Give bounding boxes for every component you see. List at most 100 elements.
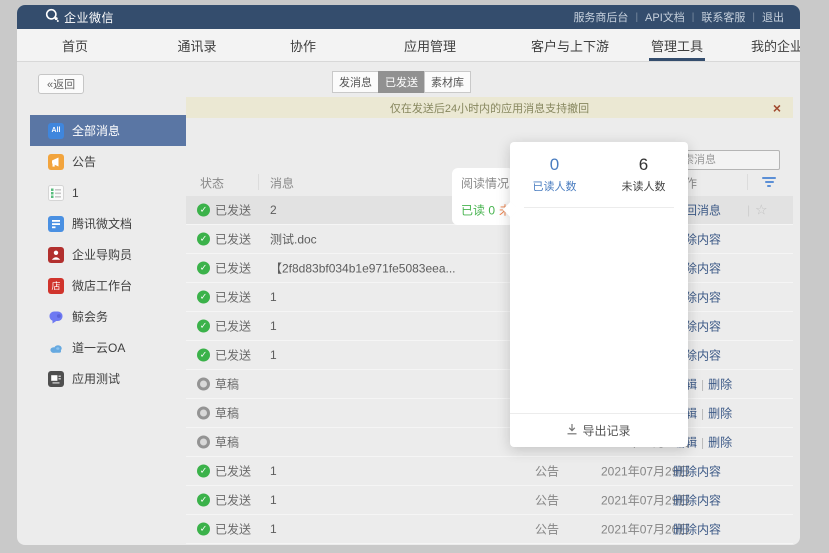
table-row[interactable]: ✓已发送1删除内容 — [186, 312, 793, 341]
table-row[interactable]: ✓已发送1删除内容 — [186, 341, 793, 370]
table-row[interactable]: ✓已发送测试.doc删除内容 — [186, 225, 793, 254]
action-link-删除内容[interactable]: 删除内容 — [673, 465, 721, 479]
messages-table: 状态 消息 阅读情况 操作 ✓已发送2已读 0未读 6撤回消息|☆✓已发送测试.… — [186, 170, 793, 544]
table-row[interactable]: ✓已发送1公告2021年07月29日删除内容 — [186, 486, 793, 515]
type-cell: 公告 — [535, 492, 559, 509]
sidebar-item-应用测试[interactable]: 应用测试 — [30, 363, 186, 394]
nav-item-通讯录[interactable]: 通讯录 — [177, 29, 216, 61]
monitor-icon — [48, 371, 64, 387]
action-separator: | — [701, 436, 704, 450]
read-count-value: 0 — [510, 155, 599, 175]
status-label: 已发送 — [215, 289, 251, 306]
col-header-status: 状态 — [200, 175, 224, 192]
table-row[interactable]: ✓已发送2已读 0未读 6撤回消息|☆ — [186, 196, 793, 225]
nav-item-客户与上下游[interactable]: 客户与上下游 — [531, 29, 609, 61]
sidebar-item-公告[interactable]: 公告 — [30, 146, 186, 177]
action-link-删除[interactable]: 删除 — [708, 407, 732, 421]
status-label: 已发送 — [215, 231, 251, 248]
tab-素材库[interactable]: 素材库 — [424, 71, 471, 93]
type-cell: 公告 — [535, 463, 559, 480]
table-row[interactable]: ✓已发送1公告2021年07月29日删除内容 — [186, 457, 793, 486]
action-link-删除内容[interactable]: 删除内容 — [673, 523, 721, 537]
nav-item-首页[interactable]: 首页 — [62, 29, 88, 61]
popup-stats: 0 已读人数 6 未读人数 — [510, 142, 688, 194]
action-cell: 删除内容 — [673, 492, 721, 509]
topbar-link[interactable]: API文档 — [645, 9, 685, 25]
notice-close-icon[interactable]: × — [773, 97, 781, 118]
status-label: 草稿 — [215, 376, 239, 393]
status-sent-icon: ✓ — [197, 465, 210, 478]
sidebar-item-label: 鲸会务 — [72, 308, 108, 325]
table-row[interactable]: ✓已发送【2f8d83bf034b1e971fe5083eea...删除内容 — [186, 254, 793, 283]
wechat-work-logo-icon — [45, 8, 59, 27]
app-logo: 企业微信 — [45, 8, 114, 27]
type-cell: 公告 — [535, 521, 559, 538]
topbar-link[interactable]: 联系客服 — [701, 9, 745, 25]
unread-count-value: 6 — [599, 155, 688, 175]
table-row[interactable]: 草稿编辑|删除 — [186, 370, 793, 399]
status-sent-icon: ✓ — [197, 494, 210, 507]
table-body: ✓已发送2已读 0未读 6撤回消息|☆✓已发送测试.doc删除内容✓已发送【2f… — [186, 196, 793, 544]
app-sidebar: All全部消息公告 1 腾讯微文档企业导购员店微店工作台鲸会务道一云OA应用测试 — [30, 115, 186, 394]
table-row[interactable]: ✓已发送1公告2021年07月20日删除内容 — [186, 515, 793, 544]
table-row[interactable]: 草稿编辑|删除 — [186, 399, 793, 428]
status-sent-icon: ✓ — [197, 349, 210, 362]
table-row[interactable]: ✓已发送1删除内容 — [186, 283, 793, 312]
tab-发消息[interactable]: 发消息 — [332, 71, 379, 93]
status-label: 已发送 — [215, 260, 251, 277]
action-link-删除[interactable]: 删除 — [708, 378, 732, 392]
read-status-popup: 0 已读人数 6 未读人数 导出记录 — [510, 142, 688, 447]
sidebar-item-道一云OA[interactable]: 道一云OA — [30, 332, 186, 363]
nav-item-应用管理[interactable]: 应用管理 — [404, 29, 456, 61]
table-row[interactable]: 草稿2021年07月29日编辑|删除 — [186, 428, 793, 457]
read-count-text: 已读 0 — [461, 204, 495, 218]
action-link-删除[interactable]: 删除 — [708, 436, 732, 450]
sidebar-item-label: 1 — [72, 186, 79, 200]
checklist-icon — [48, 185, 64, 201]
nav-item-管理工具[interactable]: 管理工具 — [651, 29, 703, 61]
star-icon[interactable]: ☆ — [755, 202, 768, 219]
status-sent-icon: ✓ — [197, 262, 210, 275]
read-count-label: 已读人数 — [510, 178, 599, 194]
sidebar-item-全部消息[interactable]: All全部消息 — [30, 115, 186, 146]
message-tabs: 发消息已发送素材库 — [332, 71, 471, 93]
col-header-read: 阅读情况 — [461, 175, 509, 192]
message-cell: 测试.doc — [270, 231, 317, 248]
action-cell: 删除内容 — [673, 521, 721, 538]
nav-item-我的企业[interactable]: 我的企业 — [751, 29, 800, 61]
message-cell: 1 — [270, 522, 277, 536]
nav-item-协作[interactable]: 协作 — [290, 29, 316, 61]
sidebar-item-微店工作台[interactable]: 店微店工作台 — [30, 270, 186, 301]
table-header: 状态 消息 阅读情况 操作 — [186, 170, 793, 196]
status-sent-icon: ✓ — [197, 233, 210, 246]
export-record-button[interactable]: 导出记录 — [510, 413, 688, 447]
topbar-link[interactable]: 服务商后台 — [573, 9, 628, 25]
message-cell: 【2f8d83bf034b1e971fe5083eea... — [270, 260, 456, 277]
message-cell: 1 — [270, 493, 277, 507]
announcement-icon — [48, 154, 64, 170]
back-button[interactable]: «返回 — [38, 74, 84, 94]
notice-text: 仅在发送后24小时内的应用消息支持撤回 — [390, 100, 589, 116]
action-cell: 删除内容 — [673, 463, 721, 480]
content-area: «返回 发消息已发送素材库 仅在发送后24小时内的应用消息支持撤回 × All全… — [17, 62, 800, 545]
top-bar: 企业微信 服务商后台|API文档|联系客服|退出 — [17, 5, 800, 29]
header-divider — [258, 174, 259, 190]
status-sent-icon: ✓ — [197, 204, 210, 217]
download-icon — [567, 424, 577, 438]
sidebar-item-1[interactable]: 1 — [30, 177, 186, 208]
message-cell: 1 — [270, 290, 277, 304]
sidebar-item-腾讯微文档[interactable]: 腾讯微文档 — [30, 208, 186, 239]
sidebar-item-鲸会务[interactable]: 鲸会务 — [30, 301, 186, 332]
status-sent-icon: ✓ — [197, 291, 210, 304]
filter-icon[interactable] — [761, 177, 777, 190]
read-count-stat: 0 已读人数 — [510, 155, 599, 194]
action-link-删除内容[interactable]: 删除内容 — [673, 494, 721, 508]
message-cell: 1 — [270, 464, 277, 478]
status-draft-icon — [197, 378, 210, 391]
doc-icon — [48, 216, 64, 232]
topbar-link-separator: | — [752, 12, 755, 23]
sidebar-item-企业导购员[interactable]: 企业导购员 — [30, 239, 186, 270]
tab-已发送[interactable]: 已发送 — [378, 71, 425, 93]
topbar-link[interactable]: 退出 — [762, 9, 784, 25]
sidebar-item-label: 微店工作台 — [72, 277, 132, 294]
